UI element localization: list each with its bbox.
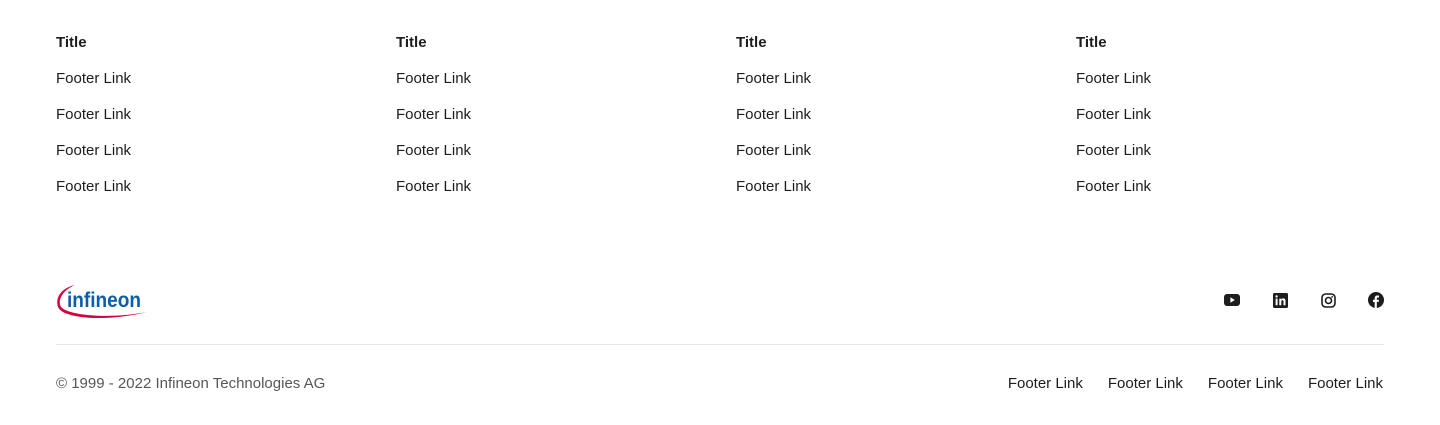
footer-column: Title Footer Link Footer Link Footer Lin… <box>396 33 736 213</box>
infineon-logo[interactable]: infineon <box>55 278 149 322</box>
column-title: Title <box>736 34 767 51</box>
social-links <box>1224 292 1384 308</box>
copyright-text: © 1999 - 2022 Infineon Technologies AG <box>56 375 326 392</box>
legal-links: Footer Link Footer Link Footer Link Foot… <box>1008 374 1383 394</box>
footer-link[interactable]: Footer Link <box>736 177 1076 197</box>
footer-column: Title Footer Link Footer Link Footer Lin… <box>736 33 1076 213</box>
footer-link[interactable]: Footer Link <box>1076 105 1416 125</box>
footer-link[interactable]: Footer Link <box>1208 374 1283 394</box>
footer-link[interactable]: Footer Link <box>736 141 1076 161</box>
footer-link[interactable]: Footer Link <box>396 141 736 161</box>
youtube-icon[interactable] <box>1224 292 1240 308</box>
footer-divider <box>56 344 1384 345</box>
footer-link[interactable]: Footer Link <box>1008 374 1083 394</box>
footer-link[interactable]: Footer Link <box>56 69 396 89</box>
footer-link[interactable]: Footer Link <box>1076 141 1416 161</box>
footer-link[interactable]: Footer Link <box>1076 177 1416 197</box>
column-title: Title <box>56 34 87 51</box>
footer-link[interactable]: Footer Link <box>56 105 396 125</box>
column-title: Title <box>1076 34 1107 51</box>
footer-link[interactable]: Footer Link <box>56 177 396 197</box>
footer-column: Title Footer Link Footer Link Footer Lin… <box>1076 33 1416 213</box>
footer-link[interactable]: Footer Link <box>1308 374 1383 394</box>
footer-link[interactable]: Footer Link <box>56 141 396 161</box>
footer-link[interactable]: Footer Link <box>396 177 736 197</box>
linkedin-icon[interactable] <box>1272 292 1288 308</box>
footer-link[interactable]: Footer Link <box>736 69 1076 89</box>
footer-columns: Title Footer Link Footer Link Footer Lin… <box>56 33 1416 213</box>
footer-link[interactable]: Footer Link <box>1076 69 1416 89</box>
footer-link[interactable]: Footer Link <box>1108 374 1183 394</box>
footer-link[interactable]: Footer Link <box>736 105 1076 125</box>
footer-link[interactable]: Footer Link <box>396 105 736 125</box>
column-title: Title <box>396 34 427 51</box>
instagram-icon[interactable] <box>1320 292 1336 308</box>
footer-link[interactable]: Footer Link <box>396 69 736 89</box>
facebook-icon[interactable] <box>1368 292 1384 308</box>
logo-wordmark: infineon <box>67 289 141 312</box>
footer-column: Title Footer Link Footer Link Footer Lin… <box>56 33 396 213</box>
